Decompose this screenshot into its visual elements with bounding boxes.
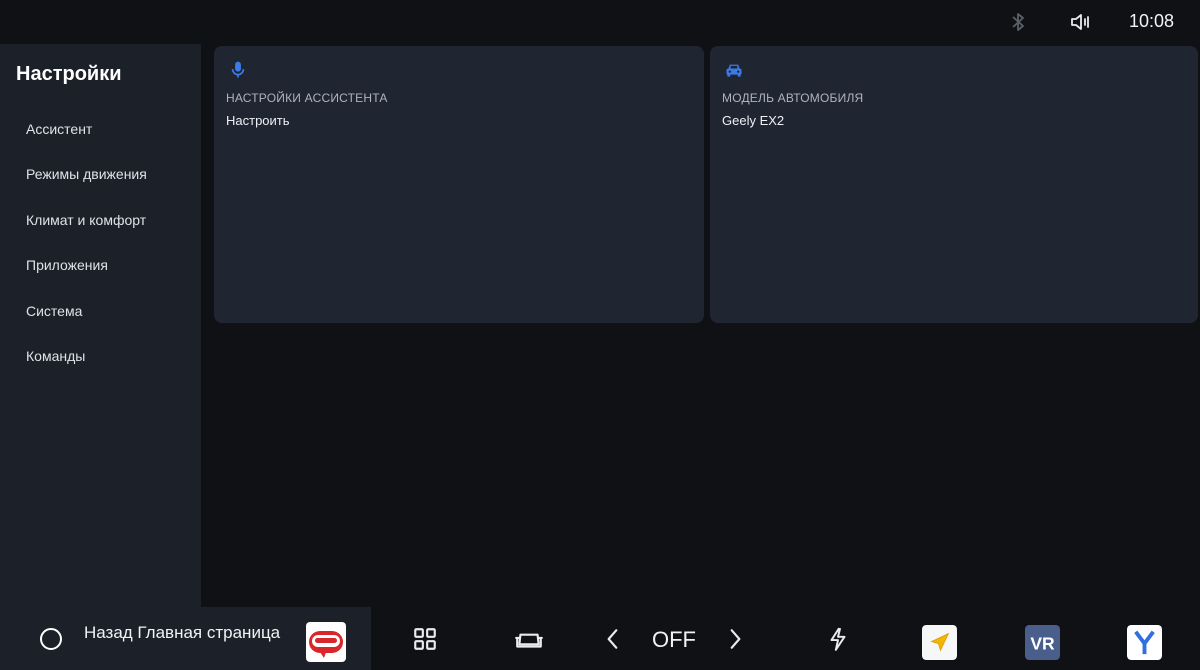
vr-app-icon[interactable]: VR [1025,625,1060,660]
svg-text:VR: VR [1030,633,1055,653]
sidebar-item-drive-modes[interactable]: Режимы движения [0,159,201,204]
settings-sidebar: Настройки Ассистент Режимы движения Клим… [0,44,201,607]
sidebar-item-system[interactable]: Система [0,296,201,341]
card-label: МОДЕЛЬ АВТОМОБИЛЯ [722,91,864,105]
status-bar: 10:08 [0,0,1200,44]
home-circle-icon[interactable] [40,628,62,650]
seat-icon[interactable] [514,626,544,652]
radio-logo[interactable] [306,622,346,662]
sidebar-item-climate[interactable]: Климат и комфорт [0,205,201,250]
card-value: Geely EX2 [722,113,785,128]
bottom-taskbar: Назад Главная страница OFF VR [0,607,1200,670]
sidebar-item-commands[interactable]: Команды [0,341,201,386]
car-icon [726,64,742,77]
apps-grid-icon[interactable] [412,626,438,652]
home-panel[interactable]: Назад Главная страница [0,607,371,670]
climate-status: OFF [652,627,696,652]
microphone-icon [231,61,245,78]
home-label[interactable]: Назад Главная страница [84,622,284,644]
radio-logo-graphic [309,631,343,658]
page-title: Настройки [16,63,122,85]
volume-icon[interactable] [1068,10,1092,34]
clock: 10:08 [1128,11,1174,31]
card-label: НАСТРОЙКИ АССИСТЕНТА [226,91,388,105]
yandex-app-icon[interactable] [1127,625,1162,660]
sidebar-item-apps[interactable]: Приложения [0,250,201,295]
sidebar-item-assistant[interactable]: Ассистент [0,114,201,159]
car-model-card[interactable]: МОДЕЛЬ АВТОМОБИЛЯ Geely EX2 [710,46,1198,323]
navigator-app-icon[interactable] [922,625,957,660]
bluetooth-icon [1012,13,1024,31]
chevron-left-icon[interactable] [600,626,626,652]
card-value: Настроить [226,113,290,128]
chevron-right-icon[interactable] [722,626,748,652]
sidebar-menu: Ассистент Режимы движения Климат и комфо… [0,114,201,386]
assistant-settings-card[interactable]: НАСТРОЙКИ АССИСТЕНТА Настроить [214,46,704,323]
lightning-icon[interactable] [825,626,851,652]
